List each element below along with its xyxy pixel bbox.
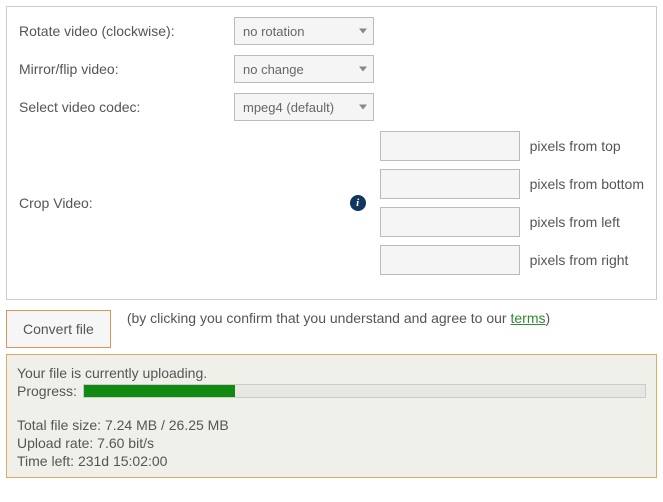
convert-bar: Convert file (by clicking you confirm th… [6, 310, 657, 348]
mirror-select[interactable]: no change [234, 55, 374, 83]
crop-input-group: pixels from top pixels from bottom pixel… [380, 131, 644, 275]
progress-bar [83, 384, 646, 398]
total-size-label: Total file size: [17, 417, 105, 433]
chevron-down-icon [359, 67, 367, 72]
crop-bottom-suffix: pixels from bottom [530, 176, 644, 192]
video-settings-panel: Rotate video (clockwise): no rotation Mi… [6, 6, 657, 300]
row-mirror: Mirror/flip video: no change [19, 55, 644, 83]
crop-left-input[interactable] [380, 207, 520, 237]
progress-row: Progress: [17, 383, 646, 399]
upload-rate-value: 7.60 bit/s [97, 435, 154, 451]
terms-link[interactable]: terms [510, 310, 545, 326]
upload-status-text: Your file is currently uploading. [17, 365, 646, 381]
codec-select[interactable]: mpeg4 (default) [234, 93, 374, 121]
chevron-down-icon [359, 29, 367, 34]
time-left-label: Time left: [17, 453, 78, 469]
crop-left-suffix: pixels from left [530, 214, 620, 230]
upload-rate-label: Upload rate: [17, 435, 97, 451]
crop-bottom-input[interactable] [380, 169, 520, 199]
mirror-label: Mirror/flip video: [19, 61, 234, 77]
row-crop: Crop Video: i pixels from top pixels fro… [19, 131, 644, 275]
upload-status-panel: Your file is currently uploading. Progre… [6, 354, 657, 478]
codec-select-value: mpeg4 (default) [243, 100, 334, 115]
crop-right-suffix: pixels from right [530, 252, 629, 268]
progress-fill [84, 385, 235, 397]
crop-top-suffix: pixels from top [530, 138, 621, 154]
rotate-select-value: no rotation [243, 24, 304, 39]
mirror-select-value: no change [243, 62, 304, 77]
info-icon[interactable]: i [350, 195, 366, 211]
crop-right-input[interactable] [380, 245, 520, 275]
agree-suffix: ) [545, 310, 550, 326]
time-left-value: 231d 15:02:00 [78, 453, 168, 469]
row-codec: Select video codec: mpeg4 (default) [19, 93, 644, 121]
time-left-line: Time left: 231d 15:02:00 [17, 453, 646, 469]
agree-text: (by clicking you confirm that you unders… [127, 310, 550, 326]
rotate-label: Rotate video (clockwise): [19, 23, 234, 39]
row-rotate: Rotate video (clockwise): no rotation [19, 17, 644, 45]
crop-label: Crop Video: [19, 195, 199, 211]
total-size-value: 7.24 MB / 26.25 MB [105, 417, 229, 433]
agree-prefix: (by clicking you confirm that you unders… [127, 310, 511, 326]
convert-file-button[interactable]: Convert file [6, 310, 111, 348]
total-size-line: Total file size: 7.24 MB / 26.25 MB [17, 417, 646, 433]
chevron-down-icon [359, 105, 367, 110]
rotate-select[interactable]: no rotation [234, 17, 374, 45]
progress-label: Progress: [17, 383, 77, 399]
codec-label: Select video codec: [19, 99, 234, 115]
upload-rate-line: Upload rate: 7.60 bit/s [17, 435, 646, 451]
crop-top-input[interactable] [380, 131, 520, 161]
